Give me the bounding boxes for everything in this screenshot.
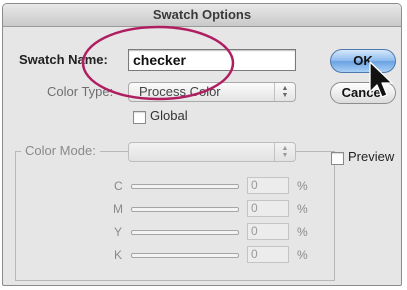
ok-button[interactable]: OK — [330, 49, 396, 73]
color-type-popup[interactable]: Process Color ▲ ▼ — [128, 82, 296, 102]
up-down-chevron-icon: ▲ ▼ — [274, 143, 295, 161]
color-type-value: Process Color — [139, 84, 221, 99]
channel-k-slider[interactable] — [131, 253, 239, 258]
cancel-button[interactable]: Cancel — [330, 82, 396, 104]
color-type-label: Color Type: — [47, 84, 114, 99]
channel-m-label: M — [113, 202, 123, 216]
channel-m-unit: % — [297, 202, 308, 216]
swatch-options-dialog: Swatch Options Swatch Name: checker Colo… — [2, 3, 402, 286]
global-checkbox[interactable] — [133, 111, 146, 124]
color-mode-label: Color Mode: — [21, 143, 100, 158]
dialog-title: Swatch Options — [3, 4, 401, 27]
channel-c-field[interactable]: 0 — [247, 177, 289, 194]
global-label: Global — [150, 108, 188, 123]
channel-m-slider[interactable] — [131, 207, 239, 212]
swatch-name-label: Swatch Name: — [19, 52, 108, 67]
channel-c-slider[interactable] — [131, 184, 239, 189]
channel-k-unit: % — [297, 248, 308, 262]
channel-k-field[interactable]: 0 — [247, 246, 289, 263]
up-down-chevron-icon: ▲ ▼ — [274, 83, 295, 101]
preview-checkbox[interactable] — [331, 152, 344, 165]
color-mode-popup[interactable]: ▲ ▼ — [128, 142, 296, 162]
channel-y-label: Y — [114, 225, 123, 239]
channel-c-unit: % — [297, 179, 308, 193]
swatch-name-field[interactable]: checker — [128, 49, 296, 71]
channel-m-field[interactable]: 0 — [247, 200, 289, 217]
channel-y-slider[interactable] — [131, 230, 239, 235]
preview-label: Preview — [348, 149, 395, 164]
channel-y-field[interactable]: 0 — [247, 223, 289, 240]
channel-y-unit: % — [297, 225, 308, 239]
channel-c-label: C — [114, 179, 123, 193]
channel-k-label: K — [114, 248, 123, 262]
